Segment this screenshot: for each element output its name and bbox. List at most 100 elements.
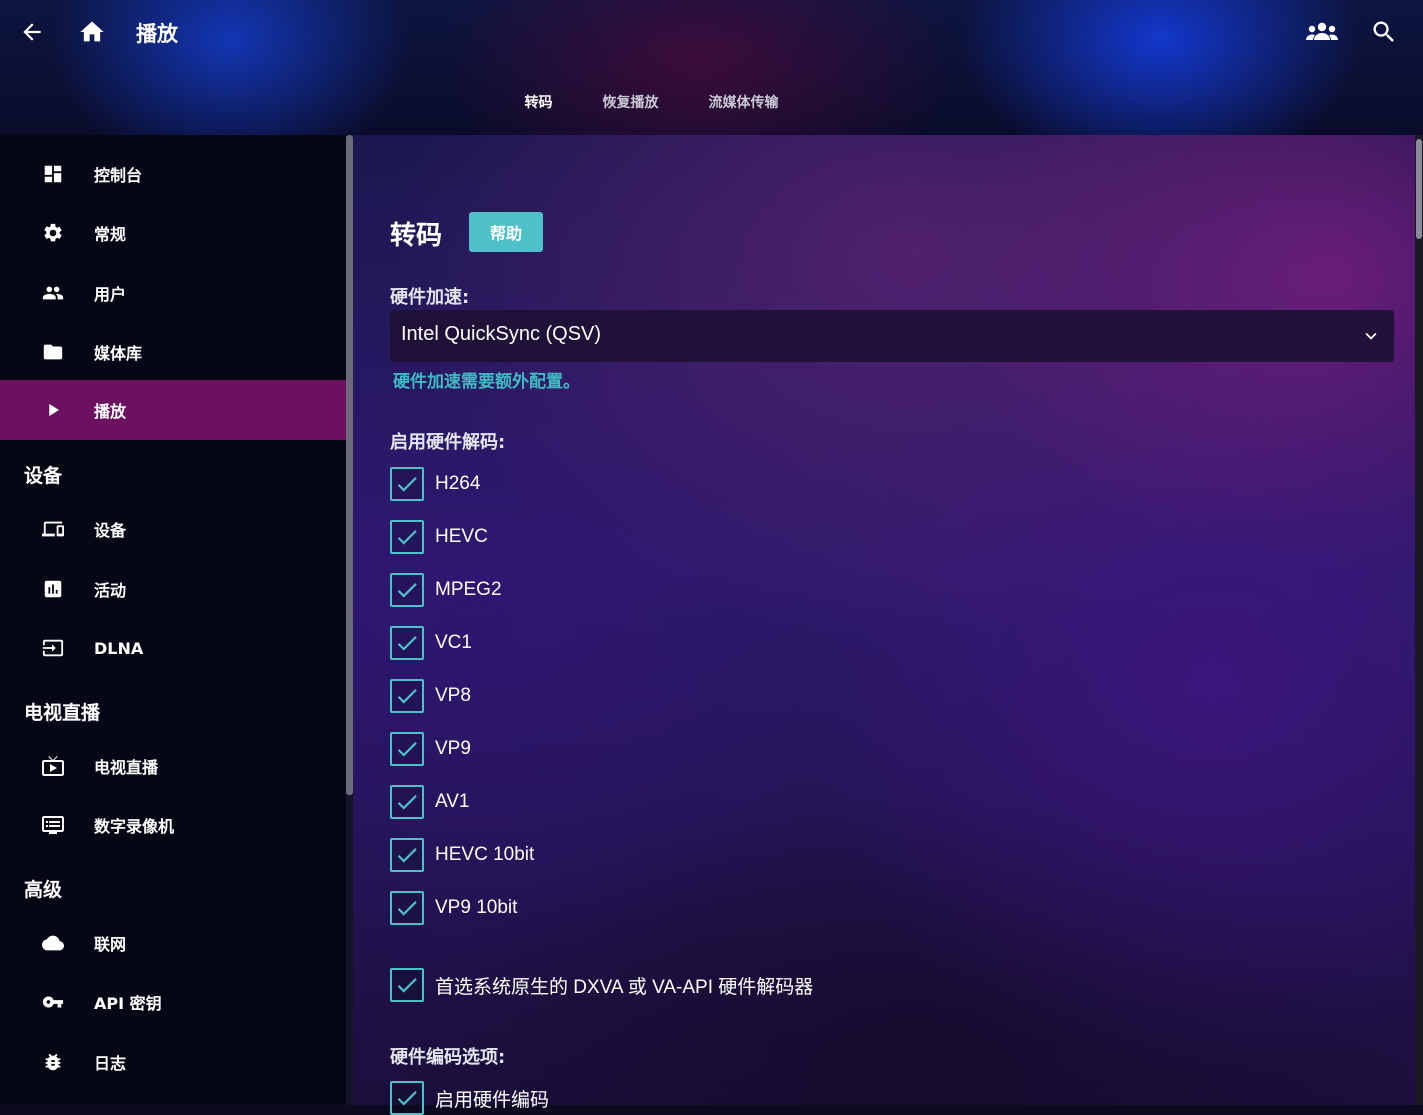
hw-accel-selected-value: Intel QuickSync (QSV) xyxy=(401,323,602,345)
check-icon xyxy=(397,530,417,545)
hw-accel-label: 硬件加速: xyxy=(390,287,470,308)
sidebar-item-label: 活动 xyxy=(94,581,127,600)
sidebar-item-label: 用户 xyxy=(94,285,127,304)
checkbox-label: HEVC xyxy=(435,526,488,547)
play-icon xyxy=(40,397,66,423)
check-icon xyxy=(397,978,417,993)
sidebar-item-dlna[interactable]: DLNA xyxy=(0,618,346,678)
checkbox-vp9-10bit[interactable]: VP9 10bit xyxy=(390,891,517,925)
check-icon xyxy=(397,583,417,598)
sidebar: 控制台 常规 用户 媒体库 播放 设备 设备 活动 DLNA 电视直播 电视直播… xyxy=(0,135,346,1105)
tab-streaming[interactable]: 流媒体传输 xyxy=(707,90,781,114)
checkbox-box[interactable] xyxy=(390,968,424,1002)
checkbox-box[interactable] xyxy=(390,626,424,660)
checkbox-box[interactable] xyxy=(390,573,424,607)
checkbox-box[interactable] xyxy=(390,838,424,872)
checkbox-label: MPEG2 xyxy=(435,579,502,600)
checkbox-box[interactable] xyxy=(390,785,424,819)
sidebar-scrollbar[interactable] xyxy=(346,135,353,1105)
back-button[interactable] xyxy=(14,14,50,50)
sidebar-item-label: 播放 xyxy=(94,402,127,421)
hw-accel-help-link[interactable]: 硬件加速需要额外配置。 xyxy=(393,367,580,392)
live-tv-icon xyxy=(40,753,66,779)
checkbox-prefer-native-decoder[interactable]: 首选系统原生的 DXVA 或 VA-API 硬件解码器 xyxy=(390,968,813,1002)
sidebar-item-devices[interactable]: 设备 xyxy=(0,499,346,559)
hw-accel-select[interactable]: Intel QuickSync (QSV) xyxy=(390,310,1394,362)
section-title-advanced: 高级 xyxy=(24,879,63,901)
checkbox-label: HEVC 10bit xyxy=(435,844,535,865)
checkbox-vp8[interactable]: VP8 xyxy=(390,679,471,713)
checkbox-label: 启用硬件编码 xyxy=(435,1089,550,1111)
arrow-back-icon xyxy=(23,23,41,41)
people-icon xyxy=(40,280,66,306)
checkbox-mpeg2[interactable]: MPEG2 xyxy=(390,573,502,607)
devices-icon xyxy=(40,516,66,542)
sidebar-item-label: 电视直播 xyxy=(94,758,159,777)
help-button[interactable]: 帮助 xyxy=(469,212,543,252)
chevron-down-icon xyxy=(1365,332,1377,340)
search-button[interactable] xyxy=(1366,14,1402,50)
section-title-devices: 设备 xyxy=(24,465,63,487)
sidebar-item-library[interactable]: 媒体库 xyxy=(0,322,346,382)
check-icon xyxy=(397,901,417,916)
section-title-livetv: 电视直播 xyxy=(24,702,101,724)
main-scrollbar-thumb[interactable] xyxy=(1416,139,1422,239)
sidebar-item-label: 设备 xyxy=(94,521,127,540)
checkbox-vp9[interactable]: VP9 xyxy=(390,732,471,766)
home-button[interactable] xyxy=(74,14,110,50)
checkbox-h264[interactable]: H264 xyxy=(390,467,480,501)
checkbox-label: 首选系统原生的 DXVA 或 VA-API 硬件解码器 xyxy=(435,976,814,998)
sidebar-item-label: API 密钥 xyxy=(94,994,162,1013)
cloud-icon xyxy=(40,930,66,956)
checkbox-vc1[interactable]: VC1 xyxy=(390,626,472,660)
checkbox-label: VP9 10bit xyxy=(435,897,518,918)
check-icon xyxy=(397,689,417,704)
sidebar-item-label: 数字录像机 xyxy=(94,817,175,836)
sidebar-item-general[interactable]: 常规 xyxy=(0,203,346,263)
users-button[interactable] xyxy=(1302,14,1342,50)
users-icon xyxy=(1306,22,1338,40)
sidebar-item-dashboard[interactable]: 控制台 xyxy=(0,144,346,204)
checkbox-label: VP9 xyxy=(435,738,471,759)
tab-resume[interactable]: 恢复播放 xyxy=(601,90,661,114)
tab-transcoding[interactable]: 转码 xyxy=(523,90,555,114)
sidebar-item-label: 控制台 xyxy=(94,166,143,185)
sidebar-item-api-keys[interactable]: API 密钥 xyxy=(0,972,346,1032)
sidebar-item-livetv[interactable]: 电视直播 xyxy=(0,736,346,796)
checkbox-box[interactable] xyxy=(390,732,424,766)
check-icon xyxy=(397,795,417,810)
sidebar-item-label: 媒体库 xyxy=(94,344,143,363)
sidebar-item-networking[interactable]: 联网 xyxy=(0,913,346,973)
checkbox-box[interactable] xyxy=(390,891,424,925)
checkbox-label: VP8 xyxy=(435,685,471,706)
check-icon xyxy=(397,636,417,651)
main-scrollbar[interactable] xyxy=(1415,135,1423,1105)
check-icon xyxy=(397,742,417,757)
sidebar-item-label: 常规 xyxy=(94,225,127,244)
sidebar-item-playback[interactable]: 播放 xyxy=(0,380,346,440)
checkbox-enable-hw-encode[interactable]: 启用硬件编码 xyxy=(390,1081,549,1115)
sidebar-item-label: DLNA xyxy=(94,638,144,658)
checkbox-label: VC1 xyxy=(435,632,472,653)
checkbox-box[interactable] xyxy=(390,520,424,554)
checkbox-box[interactable] xyxy=(390,1081,424,1115)
key-icon xyxy=(40,989,66,1015)
checkbox-hevc-10bit[interactable]: HEVC 10bit xyxy=(390,838,534,872)
sidebar-scrollbar-thumb[interactable] xyxy=(346,135,353,795)
hw-decode-label: 启用硬件解码: xyxy=(390,432,506,453)
checkbox-label: H264 xyxy=(435,473,481,494)
home-icon xyxy=(80,21,104,42)
sidebar-item-users[interactable]: 用户 xyxy=(0,263,346,323)
checkbox-box[interactable] xyxy=(390,679,424,713)
sidebar-item-dvr[interactable]: 数字录像机 xyxy=(0,795,346,855)
search-icon xyxy=(1373,21,1394,42)
checkbox-av1[interactable]: AV1 xyxy=(390,785,470,819)
folder-icon xyxy=(40,339,66,365)
checkbox-hevc[interactable]: HEVC xyxy=(390,520,488,554)
app-header: 播放 转码 恢复播放 流媒体传输 xyxy=(0,0,1423,135)
checkbox-box[interactable] xyxy=(390,467,424,501)
chart-icon xyxy=(40,576,66,602)
content-title: 转码 xyxy=(390,221,443,251)
sidebar-item-activity[interactable]: 活动 xyxy=(0,559,346,619)
sidebar-item-logs[interactable]: 日志 xyxy=(0,1032,346,1092)
